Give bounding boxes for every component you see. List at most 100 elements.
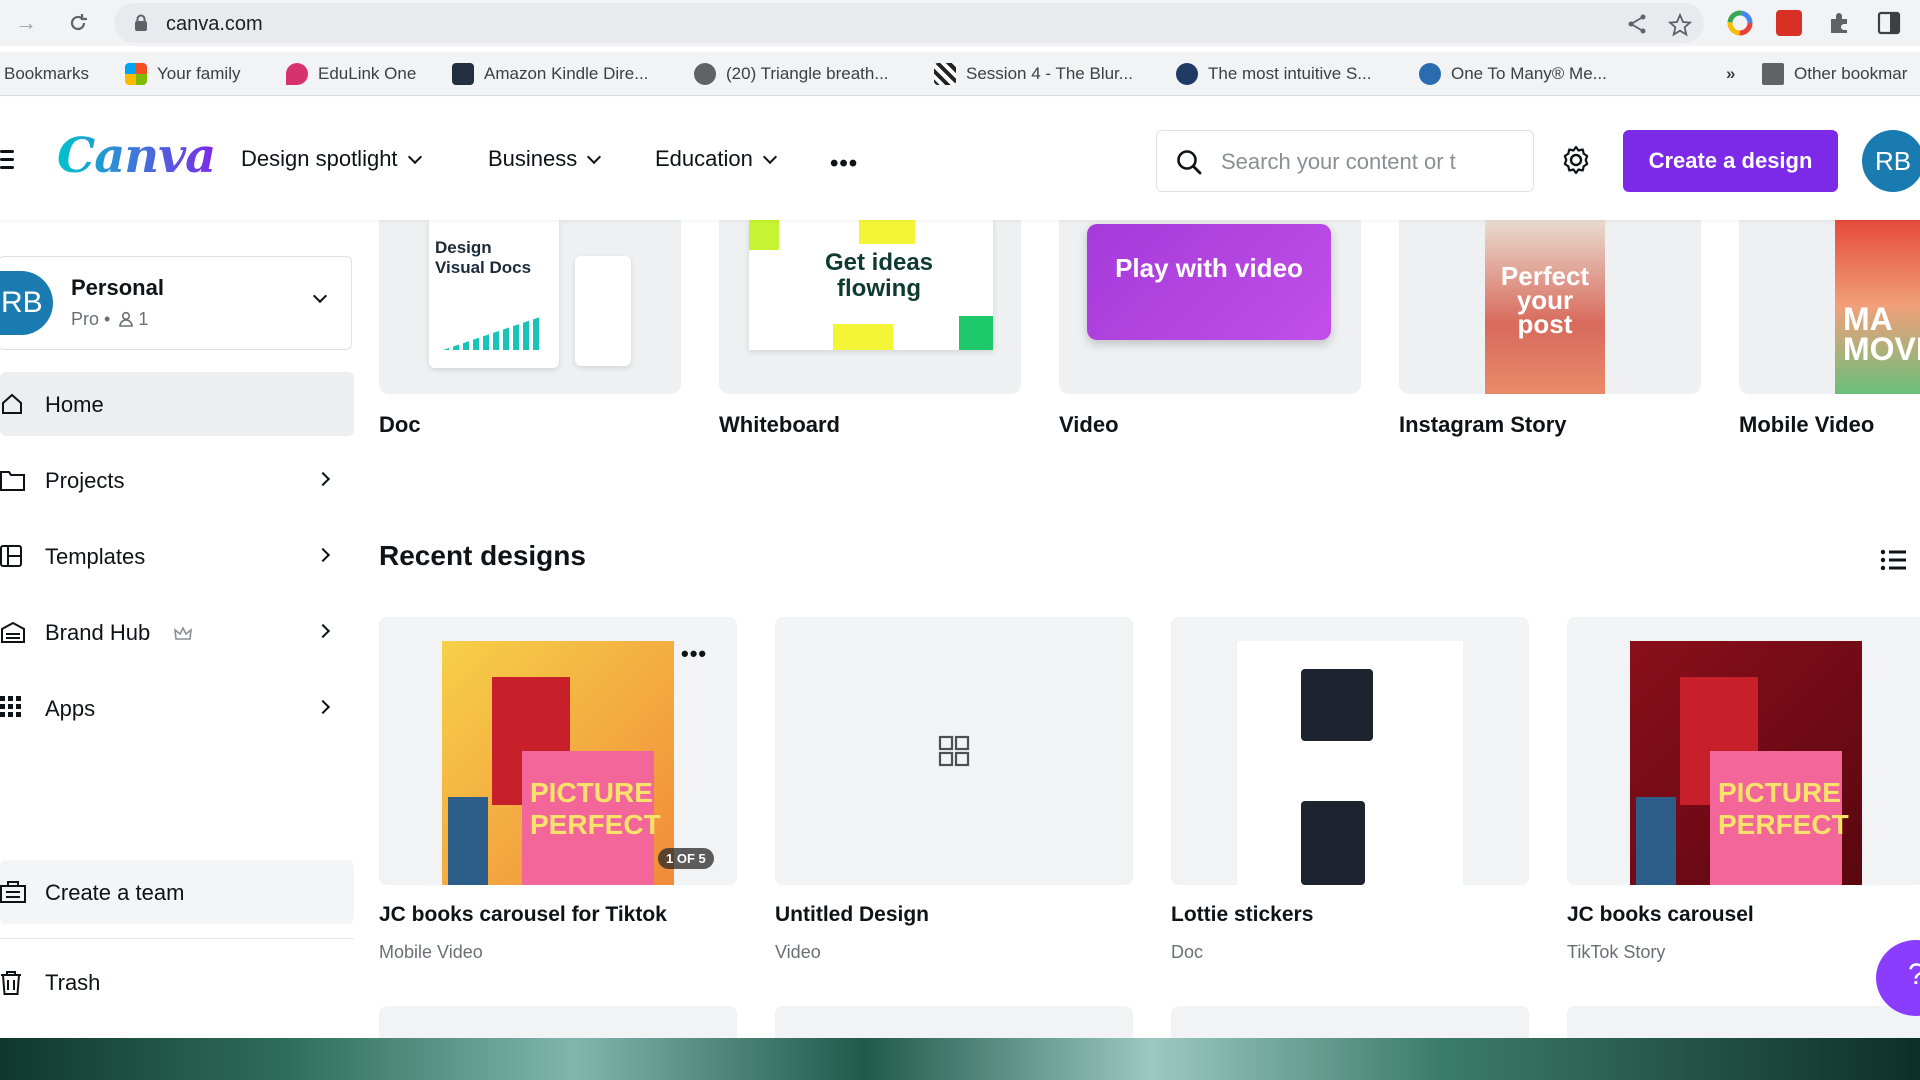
- more-nav-button[interactable]: •••: [830, 150, 858, 178]
- nav-education[interactable]: Education: [655, 146, 777, 172]
- shortcut-whiteboard[interactable]: Get ideas flowing: [719, 220, 1021, 394]
- design-card[interactable]: [775, 617, 1133, 885]
- brand-hub-icon: [0, 620, 26, 650]
- shortcut-doc[interactable]: Design Visual Docs: [379, 220, 681, 394]
- sidebar-item-apps[interactable]: Apps: [0, 676, 354, 740]
- trash-icon: [0, 970, 22, 1002]
- sticker-grid: [1301, 801, 1365, 885]
- create-team-button[interactable]: Create a team: [0, 860, 354, 924]
- extension-color-icon[interactable]: [1727, 10, 1753, 36]
- site-icon: [1176, 63, 1198, 85]
- folder-icon: [0, 468, 26, 498]
- bookmark-item[interactable]: EduLink One: [286, 62, 416, 86]
- sidebar-item-projects[interactable]: Projects: [0, 448, 354, 512]
- more-bookmarks-button[interactable]: »: [1726, 62, 1735, 86]
- book-cover: PICTURE PERFECT: [1710, 751, 1849, 885]
- list-view-icon[interactable]: [1880, 548, 1906, 577]
- user-avatar[interactable]: RB: [1862, 130, 1920, 192]
- bar-graphic: [443, 316, 543, 350]
- design-card[interactable]: PICTURE PERFECT: [1567, 617, 1920, 885]
- sidebar-item-templates[interactable]: Templates: [0, 524, 354, 588]
- search-icon: [1175, 148, 1203, 181]
- member-count: 1: [138, 309, 149, 329]
- design-title[interactable]: Lottie stickers: [1171, 903, 1313, 927]
- canva-logo[interactable]: Canva: [57, 128, 216, 184]
- design-thumbnail: PICTURE PERFECT: [1630, 641, 1862, 885]
- design-type: Doc: [1171, 942, 1204, 962]
- shortcut-mobile-video[interactable]: MA MOVE: [1739, 220, 1920, 394]
- page-count-badge: 1 OF 5: [658, 848, 714, 869]
- design-title[interactable]: Untitled Design: [775, 903, 929, 927]
- globe-icon: [694, 63, 716, 85]
- browser-toolbar: → canva.com: [0, 0, 1920, 46]
- search-input[interactable]: Search your content or t: [1156, 130, 1534, 192]
- design-title[interactable]: JC books carousel for Tiktok: [379, 903, 667, 927]
- design-type: Mobile Video: [379, 942, 483, 962]
- section-title: Recent designs: [379, 540, 586, 571]
- design-thumbnail: [1237, 641, 1463, 885]
- design-card[interactable]: PICTURE PERFECT 1 OF 5 •••: [379, 617, 737, 885]
- chevron-right-icon: [315, 699, 331, 715]
- bookmark-item[interactable]: (20) Triangle breath...: [694, 62, 889, 86]
- person-icon: [119, 311, 134, 327]
- design-type: Video: [775, 942, 821, 962]
- home-icon: [0, 392, 24, 422]
- reload-icon[interactable]: [64, 9, 92, 37]
- bookmark-item[interactable]: Session 4 - The Blur...: [934, 62, 1133, 86]
- book-cover: [1636, 797, 1676, 885]
- shortcut-instagram-story[interactable]: Perfect your post: [1399, 220, 1701, 394]
- microsoft-icon: [125, 63, 147, 85]
- design-thumbnail: PICTURE PERFECT: [442, 641, 674, 885]
- account-avatar: RB: [0, 271, 53, 335]
- shortcut-label: Mobile Video: [1739, 412, 1875, 437]
- create-design-button[interactable]: Create a design: [1623, 130, 1838, 192]
- star-icon[interactable]: [1667, 12, 1693, 42]
- url-text: canva.com: [166, 13, 263, 35]
- bookmark-item[interactable]: Your family: [125, 62, 240, 86]
- design-card[interactable]: [1171, 617, 1529, 885]
- bookmark-item[interactable]: Amazon Kindle Dire...: [452, 62, 648, 86]
- bookmark-item[interactable]: Bookmarks: [4, 62, 89, 86]
- address-bar[interactable]: canva.com: [114, 3, 1704, 43]
- settings-gear-icon[interactable]: [1560, 144, 1592, 181]
- app-header: Canva Design spotlight Business Educatio…: [0, 98, 1920, 220]
- chevron-right-icon: [315, 623, 331, 639]
- folder-icon: [1762, 63, 1784, 85]
- forward-icon[interactable]: →: [12, 9, 40, 37]
- menu-icon[interactable]: [0, 150, 14, 174]
- design-title[interactable]: JC books carousel: [1567, 903, 1754, 927]
- bookmark-folder[interactable]: Other bookmar: [1762, 62, 1907, 86]
- desktop-wallpaper-strip: [0, 1038, 1920, 1080]
- share-icon[interactable]: [1626, 13, 1648, 40]
- crown-icon: [173, 622, 193, 648]
- whiteboard-thumbnail: Get ideas flowing: [749, 220, 993, 350]
- help-button[interactable]: ?: [1876, 940, 1920, 1016]
- edulink-icon: [286, 63, 308, 85]
- bookmark-item[interactable]: One To Many® Me...: [1419, 62, 1607, 86]
- chevron-down-icon: [587, 149, 602, 165]
- one-to-many-icon: [1419, 63, 1441, 85]
- doc-thumbnail: Design Visual Docs: [429, 220, 559, 368]
- apps-grid-icon: [0, 696, 22, 724]
- templates-icon: [0, 544, 24, 574]
- divider: [0, 938, 354, 939]
- grid-placeholder-icon: [938, 735, 970, 772]
- puzzle-icon[interactable]: [1826, 10, 1852, 36]
- shortcut-label: Whiteboard: [719, 412, 840, 437]
- side-panel-icon[interactable]: [1876, 10, 1902, 36]
- chevron-right-icon: [315, 547, 331, 563]
- more-options-button[interactable]: •••: [681, 641, 707, 667]
- pdf-extension-icon[interactable]: [1776, 10, 1802, 36]
- nav-business[interactable]: Business: [488, 146, 602, 172]
- sidebar-item-home[interactable]: Home: [0, 372, 354, 436]
- doc-thumbnail-small: [575, 256, 631, 366]
- book-cover: [448, 797, 488, 885]
- sidebar-item-brand-hub[interactable]: Brand Hub: [0, 600, 354, 664]
- shortcut-video[interactable]: Play with video: [1059, 220, 1361, 394]
- nav-design-spotlight[interactable]: Design spotlight: [241, 146, 422, 172]
- bookmark-item[interactable]: The most intuitive S...: [1176, 62, 1371, 86]
- sidebar-item-trash[interactable]: Trash: [0, 950, 354, 1014]
- account-switcher[interactable]: RB Personal Pro • 1: [0, 256, 352, 350]
- bookmarks-bar: Bookmarks Your family EduLink One Amazon…: [0, 52, 1920, 96]
- clapper-icon: [934, 63, 956, 85]
